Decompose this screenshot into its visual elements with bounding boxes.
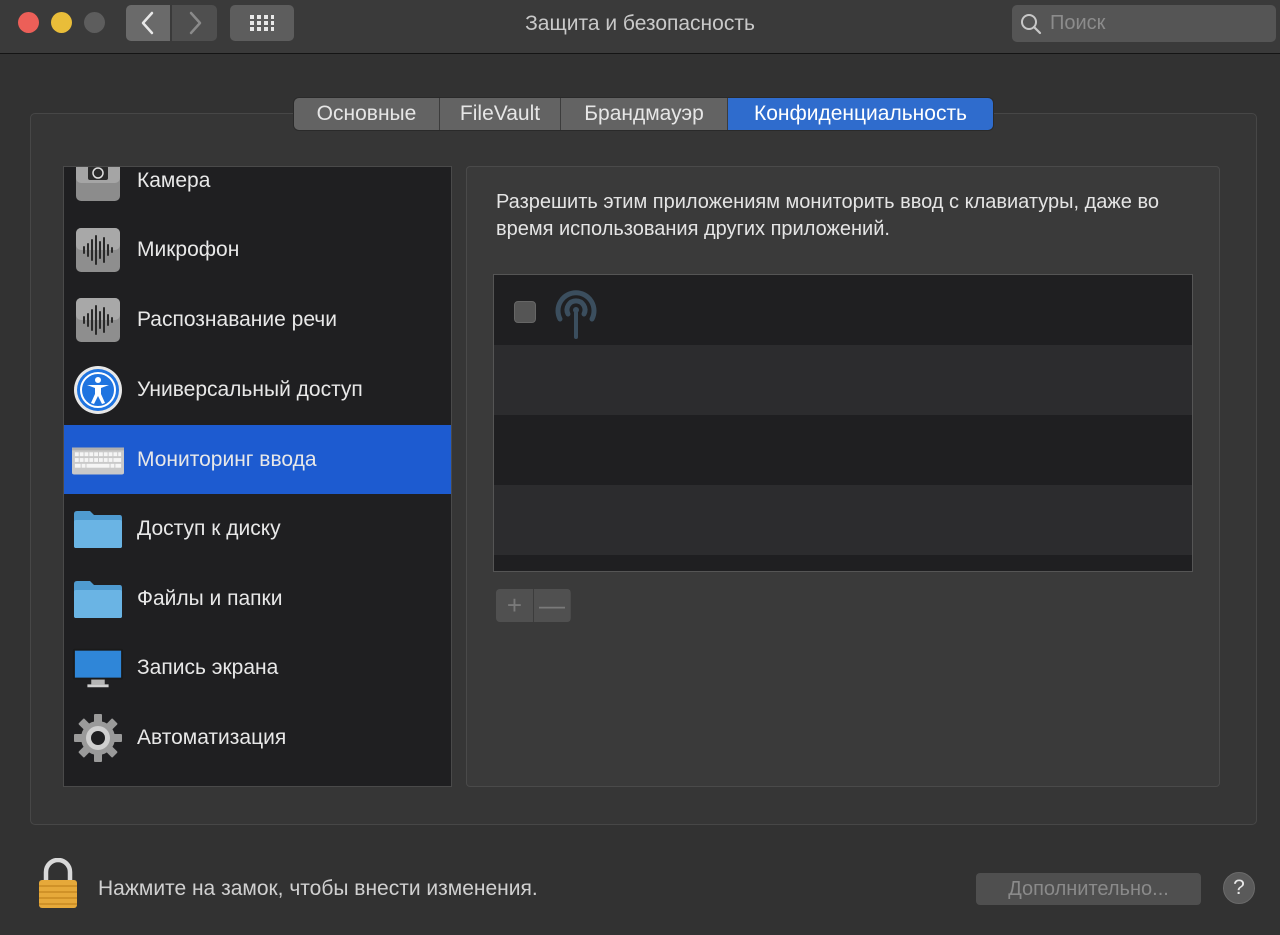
app-list[interactable] — [493, 274, 1193, 572]
speech-recognition-icon — [72, 294, 124, 346]
lock-icon[interactable] — [36, 857, 80, 910]
tab-bar: Основные FileVault Брандмауэр Конфиденци… — [294, 98, 993, 130]
title-bar: Защита и безопасность — [0, 0, 1280, 54]
advanced-button[interactable]: Дополнительно... — [976, 873, 1201, 905]
sidebar-item-label: Файлы и папки — [137, 586, 283, 610]
sidebar-item-label: Распознавание речи — [137, 307, 337, 331]
chevron-left-icon — [141, 11, 154, 35]
sidebar-item-label: Универсальный доступ — [137, 377, 363, 401]
sidebar-item-label: Автоматизация — [137, 725, 287, 749]
add-remove-controls: + — — [496, 589, 571, 622]
sidebar-item-partial — [64, 773, 451, 787]
list-item — [494, 555, 1192, 571]
zoom-window-button[interactable] — [84, 12, 105, 33]
sidebar-item-label: Доступ к диску — [137, 516, 281, 540]
gear-icon — [72, 712, 124, 764]
grid-icon — [250, 15, 274, 31]
list-item — [494, 415, 1192, 485]
sidebar-item-input-monitoring[interactable]: Мониторинг ввода — [64, 425, 451, 494]
tab-filevault[interactable]: FileVault — [440, 98, 561, 130]
folder-icon — [72, 573, 124, 625]
tab-privacy[interactable]: Конфиденциальность — [728, 98, 993, 130]
display-icon — [72, 642, 124, 694]
sidebar-item-speech-recognition[interactable]: Распознавание речи — [64, 285, 451, 354]
lock-hint-text: Нажмите на замок, чтобы внести изменения… — [98, 877, 538, 900]
app-enable-checkbox[interactable] — [514, 301, 536, 323]
sidebar-item-camera[interactable]: Камера — [64, 167, 451, 215]
sidebar-item-automation[interactable]: Автоматизация — [64, 703, 451, 772]
list-item — [494, 485, 1192, 555]
privacy-category-list[interactable]: Камера Микрофон Распознавание речи Униве… — [63, 166, 452, 787]
add-app-button[interactable]: + — [496, 589, 533, 622]
keyboard-icon — [72, 434, 124, 486]
list-item — [494, 345, 1192, 415]
back-button[interactable] — [126, 5, 170, 41]
accessibility-icon — [72, 364, 124, 416]
sidebar-item-microphone[interactable]: Микрофон — [64, 215, 451, 284]
sidebar-item-label: Камера — [137, 168, 211, 192]
sidebar-item-accessibility[interactable]: Универсальный доступ — [64, 355, 451, 424]
tab-firewall[interactable]: Брандмауэр — [561, 98, 728, 130]
search-input[interactable] — [1050, 12, 1270, 35]
sidebar-item-label: Мониторинг ввода — [137, 447, 317, 471]
help-button[interactable]: ? — [1223, 872, 1255, 904]
forward-button[interactable] — [172, 5, 217, 41]
minimize-window-button[interactable] — [51, 12, 72, 33]
close-window-button[interactable] — [18, 12, 39, 33]
sidebar-item-screen-recording[interactable]: Запись экрана — [64, 633, 451, 702]
sidebar-item-label: Микрофон — [137, 237, 240, 261]
sidebar-item-full-disk-access[interactable]: Доступ к диску — [64, 494, 451, 563]
panel-description: Разрешить этим приложениям мониторить вв… — [496, 191, 1159, 240]
app-signal-icon — [555, 290, 597, 339]
sidebar-item-label: Запись экрана — [137, 655, 279, 679]
chevron-right-icon — [189, 11, 201, 35]
search-icon — [1021, 13, 1042, 34]
tab-general[interactable]: Основные — [294, 98, 440, 130]
search-field[interactable] — [1012, 5, 1276, 42]
folder-icon — [72, 503, 124, 555]
show-all-button[interactable] — [230, 5, 294, 41]
list-item[interactable] — [494, 275, 1192, 345]
remove-app-button[interactable]: — — [533, 589, 570, 622]
sidebar-item-files-and-folders[interactable]: Файлы и папки — [64, 564, 451, 633]
microphone-icon — [72, 224, 124, 276]
camera-icon — [72, 167, 124, 207]
document-icon — [72, 782, 124, 787]
